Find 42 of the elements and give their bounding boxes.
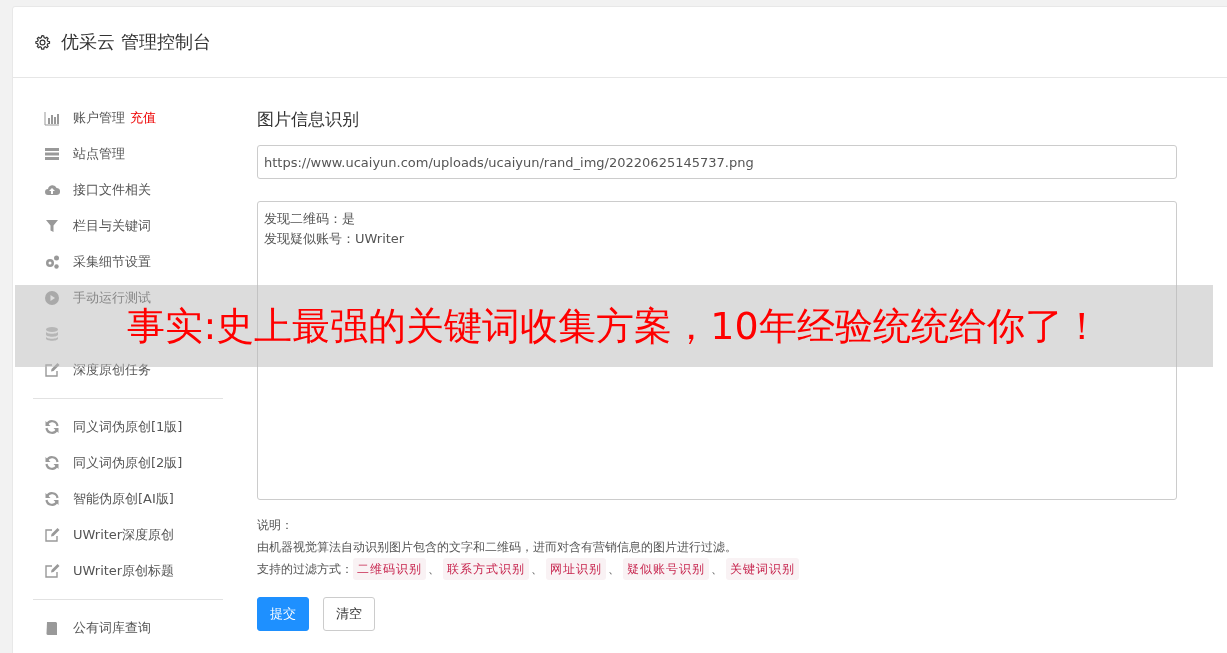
filter-tag: 网址识别 xyxy=(546,558,606,580)
refresh-icon xyxy=(44,455,60,471)
console-title: 优采云 管理控制台 xyxy=(61,30,211,54)
cloud-upload-icon xyxy=(44,182,60,198)
filter-tag: 二维码识别 xyxy=(353,558,426,580)
separator: 、 xyxy=(531,561,543,578)
sidebar-item[interactable]: 接口文件相关 xyxy=(73,181,151,199)
filter-tag: 联系方式识别 xyxy=(443,558,529,580)
sidebar-item[interactable]: 智能伪原创[AI版] xyxy=(73,490,174,508)
sidebar-item[interactable]: 同义词伪原创[1版] xyxy=(73,418,183,436)
edit-icon xyxy=(44,362,60,378)
sidebar-item[interactable]: 公有词库查询 xyxy=(73,619,151,637)
separator: 、 xyxy=(428,561,440,578)
sidebar-item[interactable]: 采集细节设置 xyxy=(73,253,151,271)
sidebar-item[interactable]: UWriter原创标题 xyxy=(73,562,175,580)
sidebar-item[interactable]: UWriter深度原创 xyxy=(73,526,175,544)
server-icon xyxy=(44,146,60,162)
separator: 、 xyxy=(608,561,620,578)
database-icon xyxy=(44,326,60,342)
refresh-icon xyxy=(44,419,60,435)
sidebar-item[interactable]: 深度原创任务 xyxy=(73,361,151,379)
sidebar-item[interactable]: 站点管理 xyxy=(73,145,125,163)
note-text: 由机器视觉算法自动识别图片包含的文字和二维码，进而对含有营销信息的图片进行过滤。 xyxy=(257,539,738,556)
edit-icon xyxy=(44,527,60,543)
section-title: 图片信息识别 xyxy=(257,108,360,131)
bar-chart-icon xyxy=(44,110,60,126)
separator: 、 xyxy=(711,561,723,578)
sidebar-item[interactable]: 栏目与关键词 xyxy=(73,217,151,235)
refresh-icon xyxy=(44,491,60,507)
play-icon xyxy=(44,290,60,306)
edit-icon xyxy=(44,563,60,579)
url-field[interactable]: https://www.ucaiyun.com/uploads/ucaiyun/rand_img/20220625145737.png xyxy=(257,145,1177,179)
recharge-link[interactable]: 充值 xyxy=(130,109,156,127)
clear-button[interactable]: 清空 xyxy=(323,597,375,631)
sidebar-item[interactable]: 账户管理 xyxy=(73,109,125,127)
filter-tag: 疑似账号识别 xyxy=(623,558,709,580)
filters-label: 支持的过滤方式： xyxy=(257,561,353,578)
note-label: 说明： xyxy=(257,517,294,534)
filter-tag: 关键词识别 xyxy=(726,558,799,580)
filter-icon xyxy=(44,218,60,234)
sidebar-item[interactable]: 同义词伪原创[2版] xyxy=(73,454,183,472)
settings-icon xyxy=(34,33,51,51)
